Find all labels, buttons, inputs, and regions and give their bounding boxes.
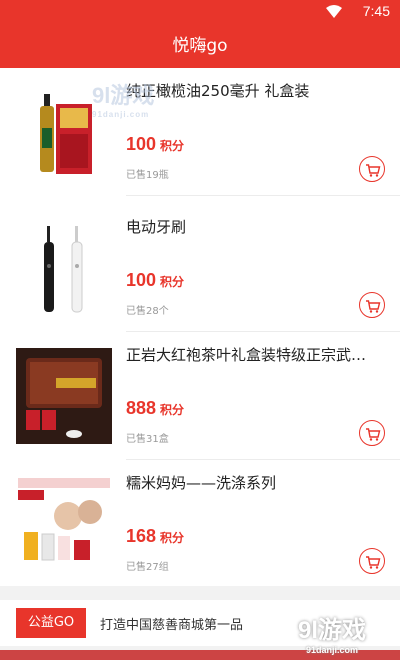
watermark-logo: 9l游戏 91danji.com: [92, 83, 155, 119]
sold-count: 已售19瓶: [126, 170, 169, 181]
product-name[interactable]: 正岩大红袍茶叶礼盒装特级正宗武…: [126, 344, 386, 365]
product-price: 888 积分: [126, 398, 185, 418]
charity-tag[interactable]: 公益GO: [16, 608, 86, 638]
add-to-cart-button[interactable]: [359, 292, 385, 318]
cart-icon: [366, 428, 381, 441]
product-price: 168 积分: [126, 526, 185, 546]
product-item[interactable]: 糯米妈妈——洗涤系列 168 积分 已售27组: [0, 460, 400, 588]
cart-icon: [366, 556, 381, 569]
product-name[interactable]: 电动牙刷: [126, 216, 386, 237]
banner-slogan: 打造中国慈善商城第一品: [100, 618, 244, 633]
toothbrush-image: [16, 220, 112, 316]
add-to-cart-button[interactable]: [359, 156, 385, 182]
product-name[interactable]: 纯正橄榄油250毫升 礼盒装: [126, 80, 386, 101]
wifi-icon: [326, 5, 342, 18]
page-title: 悦嗨go: [172, 36, 228, 56]
product-item[interactable]: 纯正橄榄油250毫升 礼盒装 100 积分 已售19瓶: [0, 68, 400, 196]
sold-count: 已售27组: [126, 562, 169, 573]
product-item[interactable]: 正岩大红袍茶叶礼盒装特级正宗武… 888 积分 已售31盒: [0, 332, 400, 460]
detergent-series-image: [16, 476, 112, 572]
tea-gift-box-image: [16, 348, 112, 444]
watermark-logo: 9l游戏 91danji.com: [298, 617, 367, 655]
product-name[interactable]: 糯米妈妈——洗涤系列: [126, 472, 386, 493]
divider: [126, 195, 400, 196]
product-list: 纯正橄榄油250毫升 礼盒装 100 积分 已售19瓶 电动牙刷 100 积分 已售: [0, 68, 400, 586]
app-bar: 悦嗨go: [0, 24, 400, 68]
cart-icon: [366, 300, 381, 313]
product-price: 100 积分: [126, 134, 185, 154]
add-to-cart-button[interactable]: [359, 420, 385, 446]
status-bar: 7:45: [0, 0, 400, 24]
product-item[interactable]: 电动牙刷 100 积分 已售28个: [0, 204, 400, 332]
sold-count: 已售31盒: [126, 434, 169, 445]
product-price: 100 积分: [126, 270, 185, 290]
add-to-cart-button[interactable]: [359, 548, 385, 574]
cart-icon: [366, 164, 381, 177]
status-time: 7:45: [362, 3, 390, 19]
sold-count: 已售28个: [126, 306, 169, 317]
